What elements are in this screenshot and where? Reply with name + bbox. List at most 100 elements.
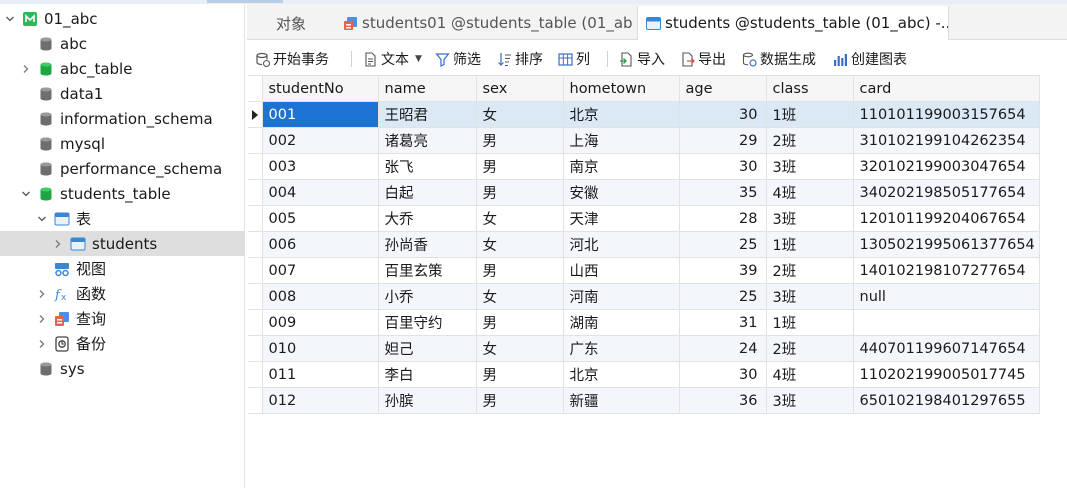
- chevron-down-icon[interactable]: [20, 188, 32, 200]
- sidebar-item-performance-schema[interactable]: performance_schema: [0, 156, 245, 181]
- cell-age[interactable]: 28: [678, 205, 767, 232]
- column-header[interactable]: age: [678, 75, 767, 102]
- cell-hometown[interactable]: 南京: [562, 153, 680, 180]
- text-view-button[interactable]: 文本 ▼: [363, 50, 422, 68]
- cell-class[interactable]: 1班: [765, 231, 854, 258]
- cell-sex[interactable]: 男: [475, 257, 564, 284]
- cell-card[interactable]: null: [852, 283, 1040, 310]
- cell-card[interactable]: 650102198401297655: [852, 387, 1040, 414]
- row-marker[interactable]: [248, 283, 263, 310]
- cell-age[interactable]: 31: [678, 309, 767, 336]
- cell-sex[interactable]: 女: [475, 205, 564, 232]
- export-button[interactable]: 导出: [680, 50, 726, 68]
- cell-card[interactable]: [852, 309, 1040, 336]
- sidebar-item-students-table[interactable]: students_table: [0, 181, 245, 206]
- row-marker[interactable]: [248, 153, 263, 180]
- cell-class[interactable]: 1班: [765, 101, 854, 128]
- cell-sex[interactable]: 女: [475, 101, 564, 128]
- sidebar-item-abc[interactable]: abc: [0, 31, 245, 56]
- tab-students-table[interactable]: students @students_table (01_abc) -...: [637, 6, 949, 40]
- chevron-right-icon[interactable]: [52, 238, 64, 250]
- cell-studentno[interactable]: 008: [261, 283, 379, 310]
- cell-class[interactable]: 3班: [765, 205, 854, 232]
- cell-hometown[interactable]: 上海: [562, 127, 680, 154]
- cell-sex[interactable]: 女: [475, 283, 564, 310]
- cell-sex[interactable]: 男: [475, 387, 564, 414]
- cell-sex[interactable]: 男: [475, 179, 564, 206]
- cell-hometown[interactable]: 安徽: [562, 179, 680, 206]
- cell-hometown[interactable]: 北京: [562, 101, 680, 128]
- table-row[interactable]: 011 李白男北京 30 4班 110202199005017745: [248, 361, 1040, 388]
- cell-card[interactable]: 140102198107277654: [852, 257, 1040, 284]
- cell-studentno[interactable]: 010: [261, 335, 379, 362]
- table-row[interactable]: 004 白起男安徽 35 4班 340202198505177654: [248, 179, 1040, 206]
- tab-students01-query[interactable]: students01 @students_table (01_ab...: [337, 6, 633, 40]
- cell-class[interactable]: 3班: [765, 283, 854, 310]
- cell-studentno[interactable]: 012: [261, 387, 379, 414]
- create-chart-button[interactable]: 创建图表: [833, 50, 907, 68]
- tab-objects[interactable]: 对象: [247, 6, 335, 40]
- cell-studentno[interactable]: 011: [261, 361, 379, 388]
- cell-age[interactable]: 29: [678, 127, 767, 154]
- cell-name[interactable]: 白起: [377, 179, 477, 206]
- cell-hometown[interactable]: 广东: [562, 335, 680, 362]
- cell-studentno[interactable]: 005: [261, 205, 379, 232]
- cell-card[interactable]: 1305021995061377654: [852, 231, 1040, 258]
- cell-name[interactable]: 孙膑: [377, 387, 477, 414]
- sidebar-item-students[interactable]: students: [0, 231, 245, 256]
- cell-sex[interactable]: 男: [475, 153, 564, 180]
- cell-name[interactable]: 李白: [377, 361, 477, 388]
- table-row[interactable]: 007 百里玄策男山西 39 2班 140102198107277654: [248, 257, 1040, 284]
- columns-button[interactable]: 列: [558, 50, 590, 68]
- row-marker[interactable]: [248, 179, 263, 206]
- cell-card[interactable]: 110101199003157654: [852, 101, 1040, 128]
- cell-class[interactable]: 2班: [765, 127, 854, 154]
- cell-class[interactable]: 3班: [765, 153, 854, 180]
- sidebar-item-node-13[interactable]: 备份: [0, 331, 245, 356]
- cell-class[interactable]: 2班: [765, 257, 854, 284]
- cell-age[interactable]: 25: [678, 231, 767, 258]
- cell-hometown[interactable]: 山西: [562, 257, 680, 284]
- row-marker[interactable]: [248, 361, 263, 388]
- cell-class[interactable]: 4班: [765, 361, 854, 388]
- cell-sex[interactable]: 女: [475, 335, 564, 362]
- sidebar-item-data1[interactable]: data1: [0, 81, 245, 106]
- cell-age[interactable]: 30: [678, 361, 767, 388]
- cell-age[interactable]: 35: [678, 179, 767, 206]
- filter-button[interactable]: 筛选: [435, 50, 481, 68]
- cell-name[interactable]: 百里玄策: [377, 257, 477, 284]
- cell-studentno[interactable]: 009: [261, 309, 379, 336]
- sidebar-item-mysql[interactable]: mysql: [0, 131, 245, 156]
- cell-name[interactable]: 大乔: [377, 205, 477, 232]
- cell-studentno[interactable]: 002: [261, 127, 379, 154]
- cell-name[interactable]: 百里守约: [377, 309, 477, 336]
- row-marker[interactable]: [248, 205, 263, 232]
- table-row[interactable]: 002 诸葛亮男上海 29 2班 310102199104262354: [248, 127, 1040, 154]
- table-row[interactable]: 008 小乔女河南 25 3班 null: [248, 283, 1040, 310]
- column-header[interactable]: class: [765, 75, 854, 102]
- cell-age[interactable]: 30: [678, 153, 767, 180]
- cell-hometown[interactable]: 天津: [562, 205, 680, 232]
- chevron-down-icon[interactable]: [36, 213, 48, 225]
- import-button[interactable]: 导入: [619, 50, 665, 68]
- cell-hometown[interactable]: 湖南: [562, 309, 680, 336]
- cell-studentno[interactable]: 007: [261, 257, 379, 284]
- table-row[interactable]: 001 王昭君女北京 30 1班 110101199003157654: [248, 101, 1040, 128]
- cell-sex[interactable]: 女: [475, 231, 564, 258]
- cell-card[interactable]: 120101199204067654: [852, 205, 1040, 232]
- row-marker[interactable]: [248, 231, 263, 258]
- cell-name[interactable]: 诸葛亮: [377, 127, 477, 154]
- cell-card[interactable]: 110202199005017745: [852, 361, 1040, 388]
- row-marker[interactable]: [248, 335, 263, 362]
- column-header[interactable]: name: [377, 75, 477, 102]
- cell-name[interactable]: 孙尚香: [377, 231, 477, 258]
- chevron-down-icon[interactable]: [4, 13, 16, 25]
- cell-hometown[interactable]: 河北: [562, 231, 680, 258]
- cell-hometown[interactable]: 北京: [562, 361, 680, 388]
- sidebar-item-abc-table[interactable]: abc_table: [0, 56, 245, 81]
- row-marker[interactable]: [248, 309, 263, 336]
- sidebar-item-node-11[interactable]: f x 函数: [0, 281, 245, 306]
- sidebar-item-sys[interactable]: sys: [0, 356, 245, 381]
- table-row[interactable]: 012 孙膑男新疆 36 3班 650102198401297655: [248, 387, 1040, 414]
- column-header[interactable]: studentNo: [261, 75, 379, 102]
